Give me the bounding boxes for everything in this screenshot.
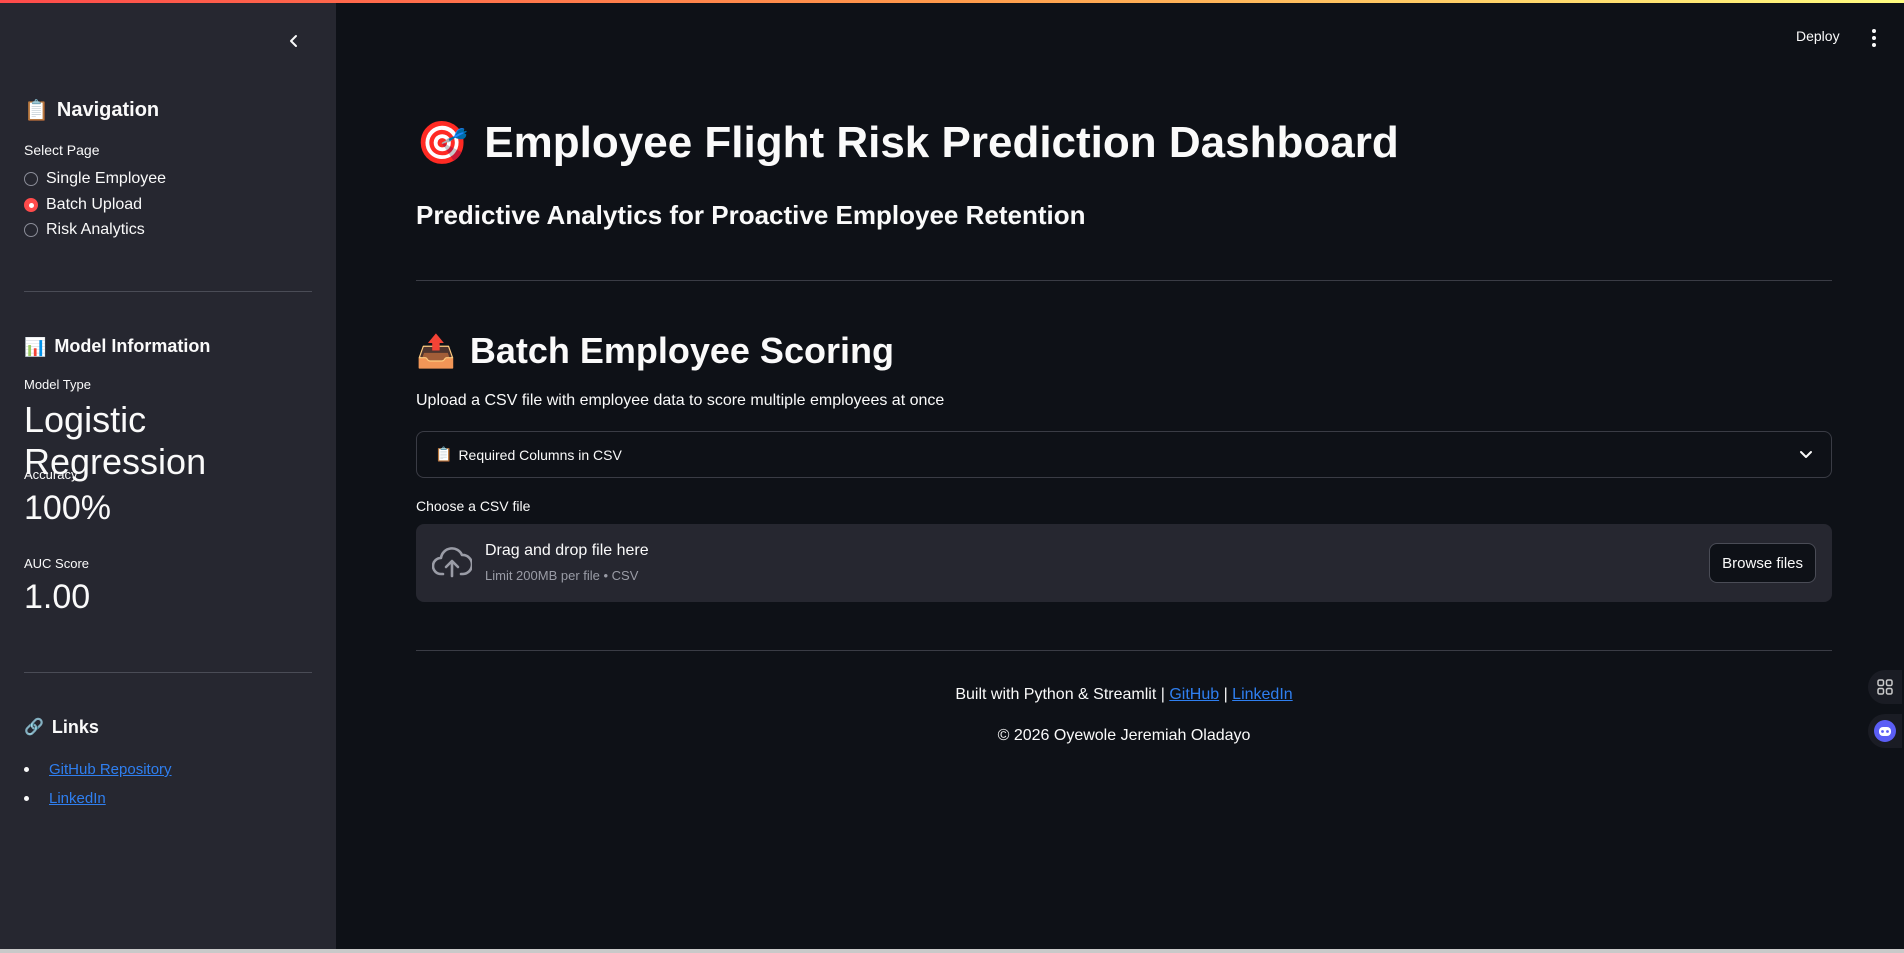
section-title: 📤 Batch Employee Scoring (416, 330, 894, 372)
model-type-label: Model Type (24, 377, 91, 392)
sidebar: 📋 Navigation Select Page Single Employee… (0, 0, 336, 953)
section-title-text: Batch Employee Scoring (469, 330, 894, 371)
file-uploader-label: Choose a CSV file (416, 498, 531, 514)
footer-divider (416, 650, 1832, 651)
select-page-label: Select Page (24, 142, 100, 158)
dropzone-limit: Limit 200MB per file • CSV (485, 568, 639, 583)
radio-label: Risk Analytics (46, 221, 145, 238)
linkedin-link[interactable]: LinkedIn (49, 790, 106, 807)
footer-linkedin-link[interactable]: LinkedIn (1232, 686, 1293, 703)
file-dropzone[interactable]: Drag and drop file here Limit 200MB per … (416, 524, 1832, 602)
footer-copyright: © 2026 Oyewole Jeremiah Oladayo (997, 727, 1251, 744)
clipboard-icon: 📋 (435, 446, 453, 462)
model-info-heading-text: Model Information (54, 336, 211, 356)
bullet (24, 767, 29, 772)
page-title: 🎯 Employee Flight Risk Prediction Dashbo… (416, 118, 1399, 168)
radio-risk-analytics[interactable]: Risk Analytics (24, 221, 145, 239)
expander-label-text: Required Columns in CSV (458, 446, 622, 463)
radio-label: Batch Upload (46, 196, 143, 213)
radio-single-employee[interactable]: Single Employee (24, 170, 166, 188)
chevron-down-icon[interactable] (1799, 450, 1813, 460)
model-info-heading: 📊 Model Information (24, 336, 210, 357)
sidebar-divider (24, 291, 312, 292)
page-title-text: Employee Flight Risk Prediction Dashboar… (484, 118, 1399, 167)
accuracy-label: Accuracy (24, 467, 78, 482)
dropzone-instruction: Drag and drop file here (485, 542, 649, 559)
links-heading-text: Links (51, 717, 99, 737)
bar-chart-icon: 📊 (24, 336, 47, 357)
apps-grid-button[interactable] (1868, 670, 1902, 704)
list-item: GitHub Repository (24, 761, 172, 778)
radio-circle[interactable] (24, 172, 38, 186)
footer-separator: | (1219, 686, 1233, 703)
clipboard-icon: 📋 (24, 99, 49, 122)
navigation-heading-text: Navigation (56, 99, 160, 121)
radio-batch-upload[interactable]: Batch Upload (24, 196, 142, 214)
window-bottom-edge (0, 949, 1904, 953)
browse-files-button[interactable]: Browse files (1709, 543, 1816, 583)
cloud-upload-icon (432, 547, 472, 578)
collapse-sidebar-button[interactable] (283, 30, 305, 52)
sidebar-divider (24, 672, 312, 673)
page-subtitle: Predictive Analytics for Proactive Emplo… (416, 200, 1086, 230)
dropzone-text: Drag and drop file here Limit 200MB per … (485, 542, 649, 583)
link-icon: 🔗 (24, 718, 44, 736)
outbox-tray-icon: 📤 (416, 333, 456, 369)
links-heading: 🔗 Links (24, 717, 99, 738)
bullet (24, 796, 29, 801)
footer-github-link[interactable]: GitHub (1169, 686, 1219, 703)
radio-circle[interactable] (24, 223, 38, 237)
section-description: Upload a CSV file with employee data to … (416, 392, 945, 409)
assistant-button[interactable] (1868, 714, 1902, 748)
target-icon: 🎯 (416, 118, 469, 166)
radio-circle-selected[interactable] (24, 198, 38, 212)
radio-label: Single Employee (46, 170, 167, 187)
github-repository-link[interactable]: GitHub Repository (49, 761, 172, 778)
navigation-heading: 📋 Navigation (24, 99, 159, 122)
required-columns-expander[interactable]: 📋 Required Columns in CSV (416, 431, 1832, 478)
accuracy-value: 100% (24, 489, 111, 527)
footer-credits: Built with Python & Streamlit | GitHub |… (416, 686, 1832, 704)
auc-label: AUC Score (24, 556, 90, 571)
robot-icon (1874, 720, 1896, 742)
auc-value: 1.00 (24, 578, 91, 616)
deploy-button[interactable]: Deploy (1796, 28, 1840, 44)
chevron-left-icon (290, 35, 297, 47)
expander-label: 📋 Required Columns in CSV (435, 446, 622, 463)
section-divider (416, 280, 1832, 281)
top-decoration-bar (0, 0, 1904, 3)
footer-built-with: Built with Python & Streamlit | (955, 686, 1170, 703)
list-item: LinkedIn (24, 790, 106, 807)
more-vertical-icon[interactable] (1866, 26, 1882, 50)
grid-icon (1877, 679, 1893, 695)
